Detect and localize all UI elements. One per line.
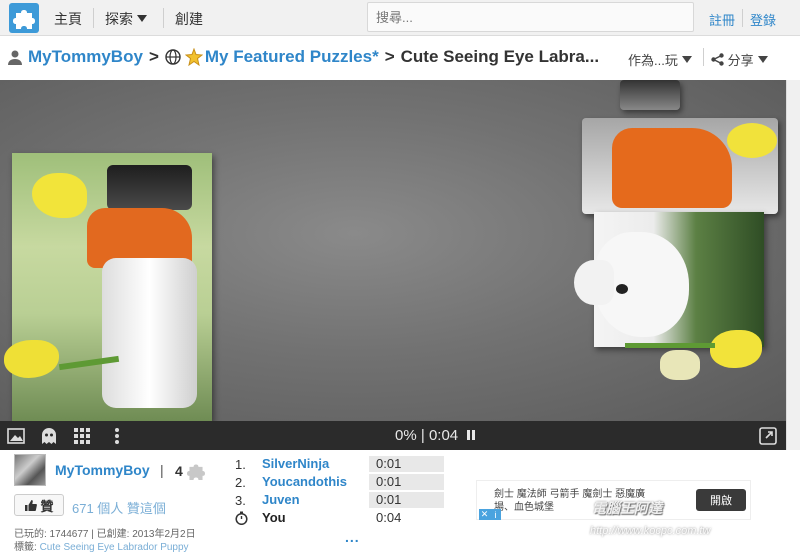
info-icon[interactable]: i [490, 509, 501, 520]
nav-divider [742, 9, 743, 27]
close-icon[interactable]: ✕ [479, 509, 490, 520]
play-as-dropdown[interactable]: 作為...玩 [628, 50, 692, 69]
piece-dog-head [107, 165, 192, 210]
leaderboard-time: 0:01 [369, 474, 444, 490]
nav-divider [163, 8, 164, 28]
nav-explore-label: 探索 [105, 11, 133, 27]
watermark-url: http://www.kocpc.com.tw [590, 525, 711, 537]
nav-divider [93, 8, 94, 28]
leaderboard-player-link[interactable]: Juven [262, 492, 300, 507]
owner-name-link[interactable]: MyTommyBoy [55, 462, 150, 478]
pause-icon[interactable] [464, 427, 476, 444]
search-input[interactable] [367, 2, 694, 32]
share-dropdown[interactable]: 分享 [711, 50, 768, 69]
piece-flower-stem [58, 355, 120, 371]
leaderboard-rank: 3. [235, 493, 246, 508]
piece-flower-stem [625, 343, 715, 348]
breadcrumb-separator: > [384, 47, 395, 66]
puzzle-piece[interactable] [4, 330, 124, 410]
breadcrumb-collection-link[interactable]: My Featured Puzzles* [205, 47, 379, 67]
like-count: 671 個人 贊這個 [72, 501, 166, 516]
leaderboard-time: 0:01 [369, 456, 444, 472]
ad-choices[interactable]: ✕ i [479, 509, 501, 520]
user-icon [8, 50, 22, 65]
leaderboard-row: 3. Juven 0:01 [235, 492, 455, 510]
more-options-icon[interactable] [108, 427, 126, 445]
tags-link[interactable]: Cute Seeing Eye Labrador Puppy [40, 542, 189, 553]
breadcrumb-bar: MyTommyBoy > My Featured Puzzles* > Cute… [0, 36, 800, 80]
puzzle-piece[interactable] [620, 80, 680, 110]
puzzle-piece[interactable] [574, 260, 614, 305]
chevron-down-icon [137, 15, 147, 22]
nav-divider [703, 48, 704, 66]
piece-dog-eye [616, 284, 628, 294]
login-link[interactable]: 登錄 [750, 10, 776, 29]
nav-create[interactable]: 創建 [175, 9, 203, 29]
stopwatch-icon [235, 511, 248, 528]
leaderboard-player-you: You [262, 510, 286, 525]
piece-yellow-flower [32, 173, 87, 218]
top-nav-bar: 主頁 探索 創建 註冊 登錄 [0, 0, 800, 36]
progress-divider: | [420, 427, 429, 444]
register-link[interactable]: 註冊 [709, 10, 735, 29]
leaderboard-row: 2. Youcandothis 0:01 [235, 474, 455, 492]
leaderboard-rank: 2. [235, 475, 246, 490]
piece-count: 4 [175, 462, 205, 480]
play-as-label: 作為...玩 [628, 53, 678, 68]
globe-icon [165, 49, 181, 65]
piece-count-value: 4 [175, 463, 183, 479]
puzzle-board[interactable] [0, 80, 786, 421]
chevron-down-icon [757, 56, 768, 63]
owner-separator: | [160, 462, 164, 478]
thumbs-up-icon [25, 499, 38, 511]
nav-home[interactable]: 主頁 [54, 9, 82, 29]
page-scrollbar[interactable] [786, 80, 800, 450]
avatar[interactable] [14, 454, 46, 486]
leaderboard-player-link[interactable]: SilverNinja [262, 456, 329, 471]
puzzle-toolbar: 0% | 0:04 [0, 421, 786, 450]
share-label: 分享 [727, 53, 754, 68]
ghost-image-icon[interactable] [40, 427, 58, 445]
leaderboard-row-you: You 0:04 [235, 510, 455, 528]
puzzle-piece-icon [186, 464, 205, 480]
image-preview-icon[interactable] [7, 427, 25, 445]
chevron-down-icon [681, 56, 692, 63]
puzzle-logo-icon[interactable] [9, 3, 39, 33]
piece-flower-bud [660, 350, 700, 380]
nav-explore[interactable]: 探索 [105, 9, 147, 29]
leaderboard-more-link[interactable]: ... [345, 529, 360, 545]
page-title: Cute Seeing Eye Labra... [400, 47, 600, 66]
tags-label: 標籤: [14, 542, 37, 553]
progress-percent: 0% [395, 427, 417, 444]
leaderboard-row: 1. SilverNinja 0:01 [235, 456, 455, 474]
puzzle-piece[interactable] [582, 118, 778, 214]
piece-yellow-flower [727, 123, 777, 158]
piece-yellow-flower [4, 340, 59, 378]
leaderboard-time: 0:01 [369, 492, 444, 508]
leaderboard-time: 0:04 [376, 510, 402, 525]
featured-star-icon [184, 48, 203, 66]
puzzle-piece[interactable] [625, 325, 765, 385]
piece-orange-harness [612, 128, 732, 208]
progress-timer: 0% | 0:04 [395, 427, 476, 444]
grid-icon[interactable] [73, 427, 91, 445]
like-button[interactable]: 贊 [14, 494, 64, 516]
like-label: 贊 [40, 498, 54, 514]
ad-open-button[interactable]: 開啟 [696, 489, 746, 511]
leaderboard-player-link[interactable]: Youcandothis [262, 474, 347, 489]
breadcrumb-owner-link[interactable]: MyTommyBoy [28, 47, 143, 67]
piece-yellow-flower [710, 330, 762, 368]
timer-value: 0:04 [428, 427, 459, 444]
fullscreen-icon[interactable] [759, 427, 777, 445]
breadcrumb: MyTommyBoy > My Featured Puzzles* > Cute… [8, 47, 599, 67]
share-icon [711, 53, 724, 66]
leaderboard-rank: 1. [235, 457, 246, 472]
breadcrumb-separator: > [148, 47, 159, 66]
watermark-brand: 電腦王阿達 [592, 500, 662, 516]
